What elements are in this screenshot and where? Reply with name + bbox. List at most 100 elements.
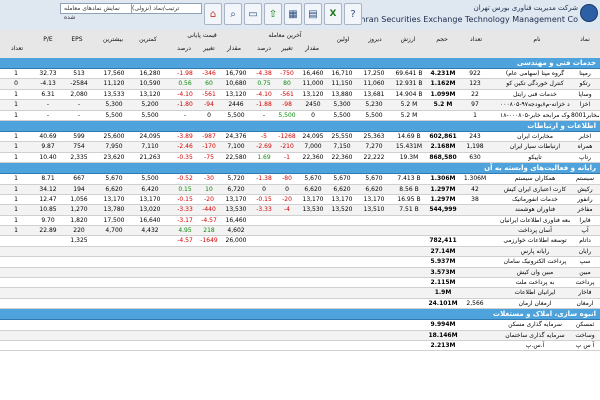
cell-sym[interactable]: فایرا [571,216,599,225]
cell-f-chg [198,278,220,287]
table-row[interactable]: ارمغان ارمغان ارمان 2,566 24.101M [0,299,600,310]
cell-sym[interactable]: آ س پ [571,341,599,350]
cell-sym[interactable]: رایان [571,247,599,256]
table-row[interactable]: سپ پرداخت الکترونیک سامان 5.937M [0,257,600,268]
table-row[interactable]: رایان رایانه پارس 27.14M [0,246,600,258]
table-row[interactable]: رانفور خدمات انفورماتیک 38 1.297M 16.95 B 13,… [0,195,600,206]
cell-vol: 2.115M [430,279,456,287]
cell-c2: 1 [14,206,18,214]
col-first[interactable]: اولین [330,36,356,43]
table-row[interactable]: فاخار ایرانیان اطلاعات 1.9M [0,288,600,299]
cell-eps: 513 [73,70,85,77]
excel-icon[interactable]: X [324,3,342,25]
table-row[interactable]: فایرا توسعه فناوری اطلاعات ایرانیان 16,460… [0,216,600,227]
cell-sym[interactable]: پرداخت [571,278,599,287]
col-count2[interactable]: تعداد [4,45,30,52]
cell-sym[interactable]: همراه [571,142,599,151]
col-symbol[interactable]: نماد [571,36,599,43]
table-row[interactable]: سیستم همکاران سیستم 1.306M 1.306M 7.413 B 5,6… [0,174,600,185]
table-row[interactable]: رکیش کارت اعتباری ایران کیش 42 1.297M 8.56 B… [0,184,600,195]
col-eps[interactable]: EPS [64,36,90,43]
cell-sym[interactable]: ثمسکن [571,320,599,329]
cell-f-qty: 22,580 [225,153,247,161]
cell-name: توسعه اطلاعات خوارزمی [503,237,567,245]
table-row[interactable]: وساخت سرمایه گذاری ساختمان 18.146M [0,330,600,341]
col-last-trade[interactable]: آخرین معامله [255,32,315,39]
cell-f-qty: 5,720 [227,175,245,183]
cell-yest [360,257,388,266]
cell-sym[interactable]: اخزا [571,100,599,109]
cell-first [328,320,356,329]
cell-sym[interactable]: سپ [571,257,599,266]
table-row[interactable]: مفاخر فناوران هوشمند 544,999 7.51 B 13,510 13… [0,205,600,216]
cell-sym[interactable]: داتام [571,236,599,245]
col-pe[interactable]: P/E [36,36,60,43]
sort-select[interactable]: ترتیب/نماد (نزولی) [128,3,202,14]
table-row[interactable]: صخابر8001صکوک مرابحه خابر-۰۰۰۸۰۵-۱۸% 1 5.2… [0,111,600,121]
cell-pe: 9.70 [41,216,55,224]
table-row[interactable]: وساپا خدمات فنی رایتل 22 1.099M 14.904 B 13,6… [0,90,600,101]
col-value[interactable]: ارزش [394,36,422,43]
col-min[interactable]: کمترین [134,36,162,43]
cell-sym[interactable]: وساپا [571,90,599,99]
col-count[interactable]: تعداد [466,36,486,43]
table-row[interactable]: رتاپ تاپیکو 630 868,580 19.3M 22,222 22,360 22,… [0,153,600,164]
document-icon[interactable]: ▦ [284,3,302,25]
cell-l-chg [276,226,298,235]
cell-sym[interactable]: وساخت [571,331,599,340]
table-row[interactable]: مبین مبین وان کیش 3.573M [0,267,600,279]
cell-eps: 2,080 [70,90,88,98]
cell-count [462,278,488,287]
col-name[interactable]: نام [512,36,562,43]
cell-f-chg [198,299,220,308]
cell-l-pct: - [262,111,266,119]
col-max[interactable]: بیشترین [98,36,128,43]
col-yesterday[interactable]: دیروز [362,36,388,43]
cell-sym[interactable]: اخابر [571,132,599,141]
cell-name: آ.س.پ [525,341,545,349]
table-row[interactable]: آ س پ آ.س.پ 2.213M [0,341,600,352]
cell-sym[interactable]: رتاپ [571,153,599,162]
cell-sym[interactable]: فاخار [571,288,599,297]
cell-l-pct: -4.38 [256,70,272,77]
cell-sym[interactable]: مبین [571,268,599,277]
table-row[interactable]: همراه ارتباطات سیار ایران 1,198 2.168M 15.43… [0,142,600,153]
table-row[interactable]: داتام توسعه اطلاعات خوارزمی 782,411 26,000-… [0,236,600,247]
print-icon[interactable]: ▤ [304,3,322,25]
cell-val [392,299,426,308]
table-row[interactable]: ثمسکن سرمایه گذاری مسکن 9.994M [0,320,600,331]
cell-f-chg: -75 [204,153,214,161]
table-row[interactable]: آپ آسان پرداخت 4,602 218 4.95 4,432 4,700 220 22… [0,226,600,237]
cell-eps: 1,056 [70,195,88,203]
up-arrow-icon[interactable]: ⇧ [264,3,282,25]
cell-l-qty: 0 [311,111,315,119]
cell-min: 13,170 [139,195,161,203]
table-row[interactable]: رمپنا گروه مپنا (سهامی عام) 922 4.231M 69.64… [0,69,600,80]
cell-vol: 1.297M [430,195,456,203]
help-icon[interactable]: ? [344,3,362,25]
cell-sym[interactable]: رمپنا [571,69,599,78]
filter-select[interactable]: نمایش نمادهای معامله شده [60,3,132,21]
table-row[interactable]: اخابر مخابرات ایران 243 602,861 14.69 B 25,36… [0,132,600,143]
col-volume[interactable]: حجم [430,36,454,43]
cell-l-chg: 0 [285,185,289,193]
cell-pe: - [46,111,50,119]
table-row[interactable]: رتکو کنترل خوردگی تکین کو 123 1.162M 12.931 … [0,79,600,90]
search-icon[interactable]: ⌕ [224,3,242,25]
cell-sym[interactable]: رکیش [571,185,599,194]
cell-sym[interactable]: صخابر8001 [571,111,599,120]
cell-yest [360,288,388,297]
cell-sym[interactable]: مفاخر [571,205,599,214]
cell-sym[interactable]: ارمغان [571,299,599,308]
cell-sym[interactable]: رتکو [571,79,599,88]
table-row[interactable]: اخزااسناد خزانه-م۸بودجه۹۷-۰۰۰۸۰۵ 97 5.2 M 5… [0,100,600,111]
cell-sym[interactable]: رانفور [571,195,599,204]
cell-sym[interactable]: سیستم [571,174,599,183]
cell-sym[interactable]: آپ [571,226,599,235]
cell-l-chg [276,341,298,350]
cell-c2 [2,320,30,329]
col-final-price[interactable]: قیمت پایانی [172,32,232,39]
home-icon[interactable]: ⌂ [204,3,222,25]
table-row[interactable]: پرداخت به پرداخت ملت 2.115M [0,278,600,289]
save-icon[interactable]: ▭ [244,3,262,25]
